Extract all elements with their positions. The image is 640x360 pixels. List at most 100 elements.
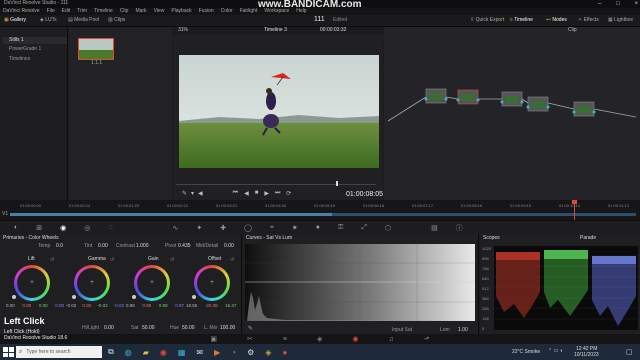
nodes-button[interactable]: ⊷ Nodes	[546, 18, 567, 23]
wheel-value-g[interactable]: -0.02	[97, 303, 107, 308]
wheel-value-y[interactable]: 0.98	[126, 303, 135, 308]
motion-tool-icon[interactable]: ◎	[84, 224, 90, 232]
menu-item[interactable]: File	[47, 8, 55, 15]
wheel-value-b[interactable]: 0.97	[175, 303, 184, 308]
wheel-value-r[interactable]: -20.39	[205, 303, 218, 308]
color-page-icon[interactable]: ◉	[352, 335, 358, 343]
wheel-slider[interactable]	[192, 295, 196, 299]
timeline-ruler[interactable]: 01:00:00:00 01:00:00:24 01:00:01:23 01:00:0…	[0, 201, 640, 209]
menu-item[interactable]: Fairlight	[240, 8, 258, 15]
tint-value[interactable]: 0.00	[98, 244, 108, 249]
scrubber-playhead[interactable]	[336, 181, 338, 186]
wheel-slider[interactable]	[72, 295, 76, 299]
3d-tool-icon[interactable]: ⬡	[385, 224, 391, 232]
color-wheel[interactable]: +	[74, 265, 110, 301]
gallery-item-timelines[interactable]: Timelines	[3, 56, 36, 63]
lum-mix-value[interactable]: 100.00	[220, 326, 235, 331]
wheel-value-b[interactable]: -0.03	[114, 303, 124, 308]
menu-item[interactable]: Fusion	[199, 8, 214, 15]
resolve-icon[interactable]: ◈	[265, 348, 271, 357]
menu-item[interactable]: Playback	[171, 8, 191, 15]
reverse-icon[interactable]: ◀	[244, 190, 249, 197]
close-icon[interactable]: ×	[634, 1, 638, 7]
loop-icon[interactable]: ⟳	[286, 190, 291, 197]
scopes-tool-icon[interactable]: ▤	[431, 224, 438, 232]
start-button[interactable]	[2, 346, 14, 358]
hdr-tool-icon[interactable]: ◉	[60, 224, 66, 232]
quick-export-button[interactable]: ⇪ Quick Export	[470, 18, 504, 23]
notification-icon[interactable]: ▢	[626, 348, 633, 356]
wheel-value-g[interactable]: 0.00	[39, 303, 48, 308]
pen-icon[interactable]: ✎	[182, 190, 187, 197]
mail-icon[interactable]: ✉	[196, 348, 203, 357]
firefox-icon[interactable]: ◔	[231, 348, 236, 357]
curves-pen-icon[interactable]: ✎	[248, 326, 253, 332]
bandicam-icon[interactable]: ●	[282, 348, 287, 357]
edge-icon[interactable]: ◍	[125, 348, 132, 357]
clips-button[interactable]: ▥ Clips	[108, 18, 125, 23]
rgb-mixer-tool-icon[interactable]: ⊞	[36, 224, 42, 232]
skip-back-icon[interactable]: ⏮	[233, 190, 238, 197]
dropdown-icon[interactable]: ▾	[191, 190, 194, 197]
media-player-icon[interactable]: ▶	[214, 348, 220, 357]
menu-item[interactable]: Trim	[77, 8, 87, 15]
curves-lum-value[interactable]: 1.00	[458, 328, 468, 333]
pivot-value[interactable]: 0.435	[178, 244, 191, 249]
wheel-value-r[interactable]: 0.00	[22, 303, 31, 308]
color-wheel[interactable]: +	[14, 265, 50, 301]
maximize-icon[interactable]: □	[616, 1, 620, 7]
file-explorer-icon[interactable]: ▰	[143, 348, 149, 357]
menu-item[interactable]: Workspace	[264, 8, 289, 15]
fusion-page-icon[interactable]: ◈	[317, 335, 322, 343]
wheel-value-y[interactable]: 18.55	[186, 303, 197, 308]
wheel-reset-icon[interactable]: ↺	[110, 257, 114, 263]
wheel-value-r[interactable]: 0.98	[142, 303, 151, 308]
taskbar-search[interactable]: ⌕ Type here to search	[16, 346, 102, 358]
raw-tool-icon[interactable]: ◌	[108, 224, 112, 231]
media-pool-button[interactable]: ▤ Media Pool	[68, 18, 99, 23]
info-tool-icon[interactable]: ⓘ	[456, 223, 463, 233]
zoom-level[interactable]: 31%	[178, 28, 188, 33]
still-thumbnail[interactable]	[78, 38, 114, 60]
weather-status[interactable]: 22°C Smoke	[512, 350, 540, 355]
color-wheels-tool-icon[interactable]: ◐	[14, 224, 18, 231]
menu-item[interactable]: Clip	[120, 8, 129, 15]
edit-page-icon[interactable]: ≡	[283, 336, 287, 343]
blur-tool-icon[interactable]: ●	[316, 224, 320, 231]
hilight-value[interactable]: 0.00	[104, 326, 114, 331]
wheel-reset-icon[interactable]: ↺	[230, 257, 234, 263]
fairlight-page-icon[interactable]: ♫	[388, 336, 393, 343]
luts-button[interactable]: ◈ LUTs	[40, 18, 57, 23]
lightbox-button[interactable]: ▦ Lightbox	[608, 18, 633, 23]
sizing-tool-icon[interactable]: ⤢	[361, 224, 367, 232]
menu-item[interactable]: Color	[221, 8, 233, 15]
magic-mask-tool-icon[interactable]: ✷	[292, 224, 298, 232]
minimize-icon[interactable]: –	[598, 1, 601, 7]
contrast-value[interactable]: 1.000	[136, 244, 149, 249]
wheel-value-r[interactable]: 0.00	[82, 303, 91, 308]
wheel-slider[interactable]	[132, 295, 136, 299]
hue-value[interactable]: 50.00	[182, 326, 195, 331]
viewer-scrubber[interactable]	[176, 184, 376, 185]
chrome-icon[interactable]: ◉	[160, 348, 167, 357]
node-graph[interactable]	[384, 27, 640, 200]
wheel-value-y[interactable]: 0.00	[6, 303, 15, 308]
stop-icon[interactable]: ■	[255, 190, 259, 196]
scopes-mode[interactable]: Parade	[580, 236, 596, 241]
color-wheel[interactable]: +	[134, 265, 170, 301]
tray-icons[interactable]: ⌃ ▭ ◖	[548, 349, 563, 354]
settings-icon[interactable]: ⚙	[247, 348, 254, 357]
gallery-item-powergrade[interactable]: PowerGrade 1	[3, 46, 47, 53]
menu-item[interactable]: Mark	[135, 8, 146, 15]
speaker-icon[interactable]: ◀	[198, 190, 203, 197]
qualifier-tool-icon[interactable]: ✚	[220, 224, 226, 232]
timeline-button[interactable]: ≡ Timeline	[510, 18, 533, 23]
wheel-slider[interactable]	[12, 295, 16, 299]
window-controls[interactable]: – □ ×	[598, 1, 638, 7]
menu-item[interactable]: DaVinci Resolve	[3, 8, 40, 15]
wheel-reset-icon[interactable]: ↺	[170, 257, 174, 263]
wheel-value-g[interactable]: 0.98	[159, 303, 168, 308]
menu-item[interactable]: Timeline	[94, 8, 113, 15]
wheel-value-y[interactable]: -0.02	[66, 303, 76, 308]
menu-item[interactable]: Edit	[62, 8, 71, 15]
